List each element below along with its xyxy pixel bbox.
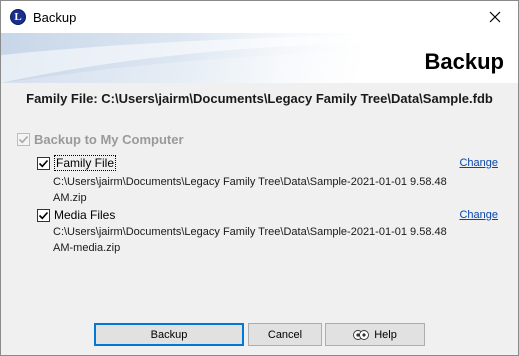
backup-dialog: L Backup Backup Family File: C:\Users\ja… bbox=[0, 0, 519, 356]
path-line: C:\Users\jairm\Documents\Legacy Family T… bbox=[53, 176, 447, 188]
header-banner: Backup bbox=[1, 33, 518, 83]
path-line: AM.zip bbox=[53, 192, 87, 204]
checkmark-icon bbox=[38, 211, 49, 219]
header-title: Backup bbox=[424, 49, 504, 74]
media-files-label: Media Files bbox=[54, 208, 116, 222]
help-icon bbox=[353, 329, 370, 340]
backup-button[interactable]: Backup bbox=[94, 323, 244, 346]
title-bar: L Backup bbox=[1, 1, 518, 33]
window-title: Backup bbox=[33, 10, 77, 25]
help-button-label: Help bbox=[374, 328, 397, 341]
close-icon bbox=[489, 11, 501, 22]
family-file-backup-path: C:\Users\jairm\Documents\Legacy Family T… bbox=[53, 174, 453, 206]
family-file-path: Family File: C:\Users\jairm\Documents\Le… bbox=[26, 91, 493, 106]
close-button[interactable] bbox=[472, 1, 518, 32]
legacy-l-icon: L bbox=[10, 9, 26, 25]
checkmark-icon bbox=[38, 159, 49, 167]
backup-button-label: Backup bbox=[150, 328, 188, 341]
checkmark-icon bbox=[18, 135, 29, 144]
path-line: C:\Users\jairm\Documents\Legacy Family T… bbox=[53, 226, 447, 238]
checkbox-box bbox=[17, 133, 30, 146]
change-family-file-link[interactable]: Change bbox=[459, 157, 498, 169]
family-file-label: Family File bbox=[54, 155, 117, 171]
backup-to-computer-checkbox[interactable]: Backup to My Computer bbox=[17, 132, 184, 147]
path-line: AM-media.zip bbox=[53, 242, 121, 254]
media-files-backup-path: C:\Users\jairm\Documents\Legacy Family T… bbox=[53, 224, 453, 256]
cancel-button[interactable]: Cancel bbox=[248, 323, 322, 346]
media-files-checkbox[interactable]: Media Files bbox=[37, 208, 115, 222]
cancel-button-label: Cancel bbox=[267, 328, 303, 341]
family-file-checkbox[interactable]: Family File bbox=[37, 155, 117, 171]
backup-to-computer-label: Backup to My Computer bbox=[34, 132, 184, 147]
checkbox-box bbox=[37, 208, 50, 222]
checkbox-box bbox=[37, 156, 50, 170]
change-media-files-link[interactable]: Change bbox=[459, 209, 498, 221]
help-button[interactable]: Help bbox=[325, 323, 425, 346]
